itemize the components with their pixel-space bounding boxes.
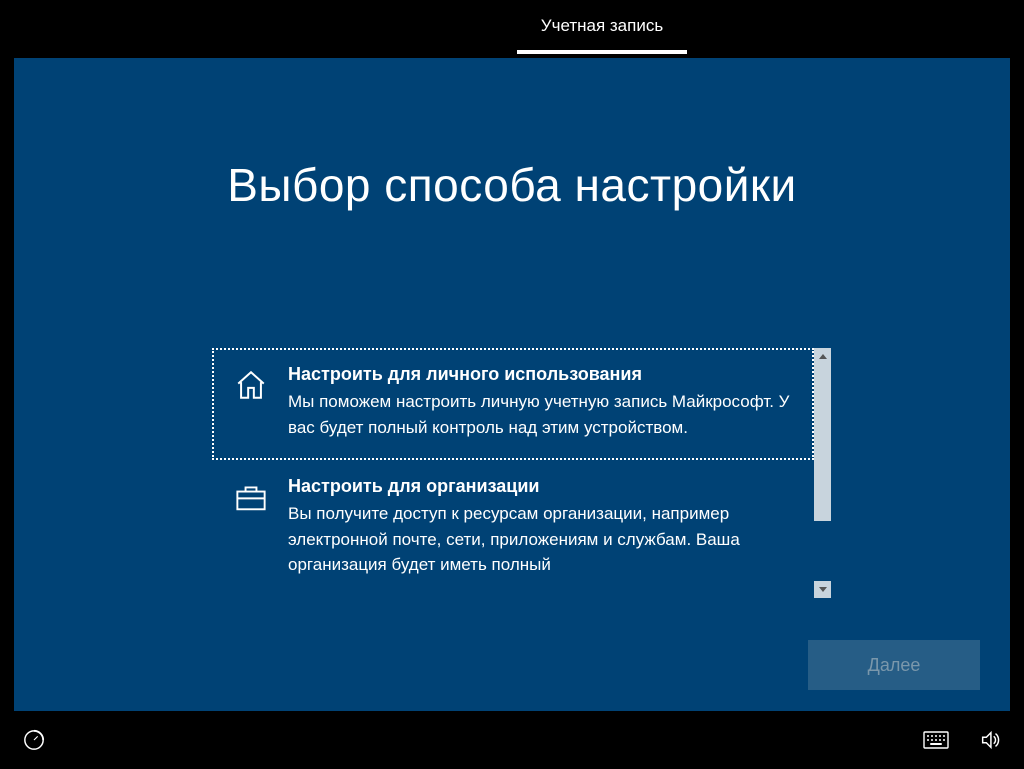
- briefcase-icon: [232, 478, 270, 516]
- option-organization-text: Настроить для организации Вы получите до…: [288, 476, 794, 578]
- option-organization-title: Настроить для организации: [288, 476, 794, 497]
- options-list: Настроить для личного использования Мы п…: [212, 348, 814, 598]
- volume-icon[interactable]: [976, 726, 1004, 754]
- option-organization[interactable]: Настроить для организации Вы получите до…: [212, 460, 814, 598]
- top-bar: Учетная запись: [0, 0, 1024, 58]
- scrollbar-arrow-down-icon[interactable]: [814, 581, 831, 598]
- page-title: Выбор способа настройки: [14, 158, 1010, 212]
- option-personal-desc: Мы поможем настроить личную учетную запи…: [288, 389, 794, 440]
- option-personal-text: Настроить для личного использования Мы п…: [288, 364, 794, 440]
- ease-of-access-icon[interactable]: [20, 726, 48, 754]
- scrollbar-thumb[interactable]: [814, 365, 831, 521]
- home-icon: [232, 366, 270, 404]
- keyboard-icon[interactable]: [922, 726, 950, 754]
- option-organization-desc: Вы получите доступ к ресурсам организаци…: [288, 501, 794, 578]
- tab-account[interactable]: Учетная запись: [517, 0, 687, 54]
- option-personal[interactable]: Настроить для личного использования Мы п…: [212, 348, 814, 460]
- scrollbar-arrow-up-icon[interactable]: [814, 348, 831, 365]
- option-personal-title: Настроить для личного использования: [288, 364, 794, 385]
- main-panel: Выбор способа настройки Настроить для ли…: [14, 58, 1010, 711]
- scrollbar[interactable]: [814, 348, 831, 598]
- bottom-bar: [0, 711, 1024, 769]
- next-button[interactable]: Далее: [808, 640, 980, 690]
